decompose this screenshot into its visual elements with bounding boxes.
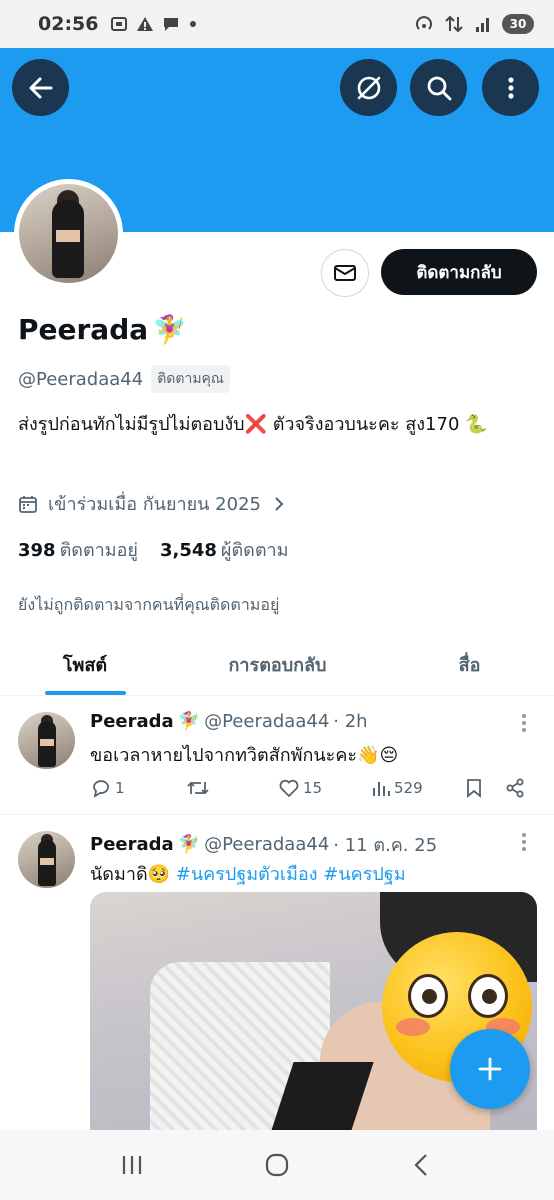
- search-button[interactable]: [410, 59, 467, 116]
- tweet-header: Peerada 🧚‍♀️ @Peeradaa44 · 2h: [90, 711, 368, 732]
- joined-date-text: เข้าร่วมเมื่อ กันยายน 2025: [48, 494, 261, 515]
- system-navigation-bar: [0, 1130, 554, 1200]
- display-name-text: Peerada: [18, 313, 149, 346]
- share-button[interactable]: [504, 777, 526, 799]
- not-followed-note: ยังไม่ถูกติดตามจากคนที่คุณติดตามอยู่: [18, 595, 280, 614]
- profile-avatar[interactable]: [14, 179, 123, 288]
- active-tab-indicator: [45, 691, 126, 695]
- following-stat[interactable]: 398 ติดตามอยู่: [18, 535, 138, 564]
- data-transfer-icon: [445, 15, 463, 33]
- back-button[interactable]: [12, 59, 69, 116]
- tab-media[interactable]: สื่อ: [385, 634, 554, 695]
- tweet-author-handle: @Peeradaa44: [204, 711, 330, 732]
- tab-replies[interactable]: การตอบกลับ: [170, 634, 385, 695]
- tweet-avatar[interactable]: [18, 831, 75, 888]
- followers-stat[interactable]: 3,548 ผู้ติดตาม: [160, 535, 289, 564]
- profile-handle: @Peeradaa44: [18, 368, 144, 390]
- plus-icon: [478, 1057, 502, 1081]
- grok-icon: [357, 76, 380, 99]
- status-system-icons: 30: [414, 14, 534, 34]
- following-count: 398: [18, 540, 56, 561]
- tweet-avatar[interactable]: [18, 712, 75, 769]
- fairy-emoji: 🧚‍♀️: [177, 834, 201, 855]
- tweet-author-handle: @Peeradaa44: [204, 834, 330, 855]
- chat-bubble-icon: [164, 18, 179, 31]
- bookmark-icon: [467, 779, 481, 798]
- share-icon: [506, 778, 524, 798]
- handle-row: @Peeradaa44 ติดตามคุณ: [18, 365, 230, 393]
- retweet-icon: [187, 781, 209, 795]
- fairy-emoji: 🧚‍♀️: [152, 313, 188, 346]
- hotspot-icon: [416, 16, 432, 30]
- tweet-more-button[interactable]: [514, 711, 534, 735]
- battery-icon: 30: [502, 14, 534, 34]
- fairy-emoji: 🧚‍♀️: [177, 711, 201, 732]
- profile-bio: ส่งรูปก่อนทักไม่มีรูปไม่ตอบงับ❌ ตัวจริงอ…: [18, 414, 488, 435]
- tweet-text: นัดมาดิ🥺 #นครปฐมตัวเมือง #นครปฐม: [90, 859, 406, 888]
- home-icon[interactable]: [262, 1150, 292, 1180]
- compose-post-button[interactable]: [450, 1029, 530, 1109]
- recent-apps-icon[interactable]: [117, 1150, 147, 1180]
- views-button[interactable]: 529: [371, 777, 423, 799]
- alert-icon: [137, 17, 154, 31]
- tweet-actions: 1 15 529: [90, 776, 530, 800]
- view-count: 529: [394, 779, 423, 797]
- profile-display-name: Peerada 🧚‍♀️: [18, 313, 187, 346]
- tweet-author-name[interactable]: Peerada: [90, 834, 174, 855]
- more-vertical-icon: [507, 76, 514, 99]
- follow-stats: 398 ติดตามอยู่ 3,548 ผู้ติดตาม: [18, 535, 289, 564]
- status-time: 02:56: [38, 13, 99, 35]
- mail-icon: [334, 265, 356, 281]
- message-button[interactable]: [321, 249, 369, 297]
- more-options-button[interactable]: [482, 59, 539, 116]
- tweet-author-name[interactable]: Peerada: [90, 711, 174, 732]
- tweet[interactable]: Peerada 🧚‍♀️ @Peeradaa44 · 2h ขอเวลาหายไ…: [0, 697, 554, 815]
- hashtag-link[interactable]: #นครปฐมตัวเมือง: [176, 864, 318, 885]
- status-notification-icons: [110, 15, 198, 33]
- avatar-image: [19, 184, 118, 283]
- followers-label: ผู้ติดตาม: [220, 540, 289, 561]
- hashtag-link[interactable]: #นครปฐม: [323, 864, 405, 885]
- reply-count: 1: [115, 779, 125, 797]
- search-icon: [427, 76, 451, 100]
- tweet-media-image[interactable]: [90, 892, 537, 1146]
- reply-icon: [93, 780, 109, 798]
- heart-icon: [279, 779, 299, 798]
- views-chart-icon: [373, 782, 390, 796]
- follow-back-button[interactable]: ติดตามกลับ: [381, 249, 537, 295]
- tweet-time: · 2h: [333, 711, 368, 732]
- status-bar: 02:56 30: [0, 0, 554, 48]
- screenshot-icon: [111, 17, 128, 31]
- dot-icon: [190, 21, 197, 27]
- tweet-more-button[interactable]: [514, 830, 534, 854]
- arrow-left-icon: [29, 77, 52, 98]
- following-label: ติดตามอยู่: [59, 540, 138, 561]
- retweet-button[interactable]: [186, 777, 210, 799]
- follows-you-badge: ติดตามคุณ: [151, 365, 230, 393]
- like-count: 15: [303, 779, 323, 797]
- grok-button[interactable]: [340, 59, 397, 116]
- signal-icon: [476, 18, 489, 32]
- chevron-right-icon: [275, 496, 284, 511]
- like-button[interactable]: 15: [278, 777, 322, 799]
- reply-button[interactable]: 1: [90, 777, 125, 799]
- joined-date-row[interactable]: เข้าร่วมเมื่อ กันยายน 2025: [18, 489, 287, 518]
- calendar-icon: [19, 495, 37, 513]
- tab-posts[interactable]: โพสต์: [0, 634, 170, 695]
- followers-count: 3,548: [159, 540, 217, 561]
- tweet-header: Peerada 🧚‍♀️ @Peeradaa44 · 11 ต.ค. 25: [90, 830, 437, 859]
- tweet-text: ขอเวลาหายไปจากทวิตสักพักนะคะ👋😔: [90, 745, 399, 766]
- bookmark-button[interactable]: [464, 777, 484, 799]
- back-nav-icon[interactable]: [407, 1150, 437, 1180]
- profile-tabs: โพสต์ การตอบกลับ สื่อ: [0, 634, 554, 696]
- tweet-time: · 11 ต.ค. 25: [333, 835, 438, 856]
- tweet-text-prefix: นัดมาดิ🥺: [90, 864, 176, 885]
